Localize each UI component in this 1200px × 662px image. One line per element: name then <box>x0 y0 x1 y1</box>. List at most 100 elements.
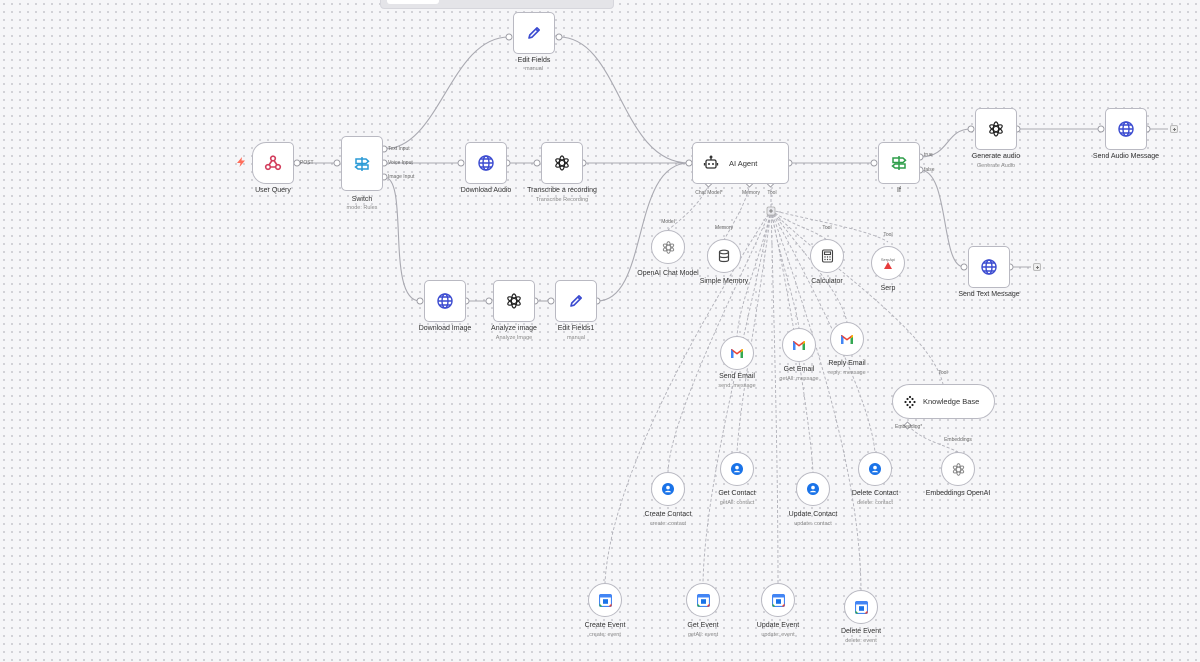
node-transcribe-label: Transcribe a recording <box>527 187 597 194</box>
edge-post-label: POST <box>300 160 314 166</box>
node-get-email-sub: getAll: message <box>779 376 819 382</box>
node-knowledge-base[interactable]: Knowledge Base <box>892 384 995 419</box>
node-openai-chat-model[interactable] <box>651 230 685 264</box>
node-edit-fields-label: Edit Fields <box>517 57 551 64</box>
embeddings-openai-port: Embeddings <box>944 437 972 443</box>
node-update-contact-sub: update: contact <box>794 521 832 527</box>
node-send-email-label: Send Email <box>719 373 755 380</box>
openai-icon <box>661 240 676 255</box>
node-update-event-sub: update: event <box>761 632 795 638</box>
node-generate-audio-sub: Generate Audio <box>976 163 1016 169</box>
node-generate-audio-label: Generate audio <box>971 153 1021 160</box>
contacts-icon <box>869 463 881 475</box>
calculator-port: Tool <box>822 225 832 231</box>
node-embeddings-openai[interactable] <box>941 452 975 486</box>
knowledge-base-port: Tool <box>938 370 948 376</box>
node-delete-event[interactable] <box>844 590 878 624</box>
connections-layer <box>293 33 1168 591</box>
openai-icon <box>553 154 571 172</box>
switch-output-image: Image Input <box>388 174 415 180</box>
contacts-icon <box>731 463 743 475</box>
node-create-event[interactable] <box>588 583 622 617</box>
node-update-event[interactable] <box>761 583 795 617</box>
node-send-audio-label: Send Audio Message <box>1092 153 1160 160</box>
node-analyze-image-sub: Analyze Image <box>495 335 533 341</box>
trigger-bolt-icon <box>237 157 245 167</box>
ai-agent-port-chat-model: Chat Model* <box>695 190 723 196</box>
node-delete-event-label: Delete Event <box>840 628 882 635</box>
node-create-event-label: Create Event <box>584 622 626 629</box>
pinecone-icon <box>903 395 917 409</box>
node-edit-fields1-label: Edit Fields1 <box>557 325 595 332</box>
node-edit-fields[interactable] <box>513 12 555 54</box>
node-calculator[interactable] <box>810 239 844 273</box>
contacts-icon <box>807 483 819 495</box>
openai-icon <box>951 462 966 477</box>
node-simple-memory-label: Simple Memory <box>699 278 749 285</box>
node-delete-contact-sub: delete: contact <box>857 500 893 506</box>
node-download-audio[interactable] <box>465 142 507 184</box>
node-delete-contact[interactable] <box>858 452 892 486</box>
node-ai-agent[interactable]: AI Agent <box>692 142 789 184</box>
calculator-icon <box>821 249 834 263</box>
signpost-icon <box>353 155 371 173</box>
warning-icon <box>884 262 892 269</box>
node-download-audio-label: Download Audio <box>460 187 512 194</box>
simple-memory-port: Memory <box>714 225 734 231</box>
node-analyze-image-label: Analyze image <box>491 325 537 332</box>
node-if-label: If <box>897 187 901 194</box>
node-get-contact[interactable] <box>720 452 754 486</box>
node-create-event-sub: create: event <box>589 632 621 638</box>
node-download-image[interactable] <box>424 280 466 322</box>
node-switch-sub: mode: Rules <box>346 205 378 211</box>
webhook-icon <box>264 154 282 172</box>
ai-agent-port-memory: Memory <box>741 190 761 196</box>
node-get-event[interactable] <box>686 583 720 617</box>
node-generate-audio[interactable] <box>975 108 1017 150</box>
calendar-icon <box>771 593 785 607</box>
add-node-plus-button[interactable] <box>1170 125 1178 133</box>
switch-output-text: Text Input <box>388 146 410 152</box>
node-edit-fields1[interactable] <box>555 280 597 322</box>
pencil-icon <box>526 25 542 41</box>
calendar-icon <box>696 593 710 607</box>
node-update-contact-label: Update Contact <box>788 511 838 518</box>
node-create-contact[interactable] <box>651 472 685 506</box>
if-output-true: true <box>924 152 933 158</box>
globe-icon <box>980 258 998 276</box>
node-send-email-sub: send: message <box>718 383 756 389</box>
node-send-email[interactable] <box>720 336 754 370</box>
globe-icon <box>436 292 454 310</box>
node-send-text[interactable] <box>968 246 1010 288</box>
node-update-event-label: Update Event <box>756 622 800 629</box>
add-node-plus-button[interactable] <box>1033 263 1041 271</box>
node-get-email[interactable] <box>782 328 816 362</box>
node-get-email-label: Get Email <box>783 366 815 373</box>
robot-icon <box>703 155 719 171</box>
openai-icon <box>987 120 1005 138</box>
node-knowledge-base-label: Knowledge Base <box>923 397 980 406</box>
node-user-query[interactable] <box>252 142 294 184</box>
node-update-contact[interactable] <box>796 472 830 506</box>
node-edit-fields-sub: manual <box>524 66 544 72</box>
globe-icon <box>1117 120 1135 138</box>
node-calculator-label: Calculator <box>811 278 843 285</box>
node-reply-email[interactable] <box>830 322 864 356</box>
calendar-icon <box>854 600 868 614</box>
node-delete-event-sub: delete: event <box>845 638 877 644</box>
node-if[interactable] <box>878 142 920 184</box>
node-serp[interactable]: SerpApi <box>871 246 905 280</box>
switch-output-voice: Voice Input <box>388 160 413 166</box>
node-reply-email-sub: reply: message <box>828 370 866 376</box>
node-send-text-label: Send Text Message <box>958 291 1020 298</box>
ai-agent-port-tool: Tool <box>767 190 777 196</box>
node-switch-label: Switch <box>351 196 373 203</box>
node-switch[interactable] <box>341 136 383 191</box>
node-simple-memory[interactable] <box>707 239 741 273</box>
gmail-icon <box>730 348 744 359</box>
node-analyze-image[interactable] <box>493 280 535 322</box>
node-serp-label: Serp <box>880 285 896 292</box>
node-transcribe[interactable] <box>541 142 583 184</box>
node-send-audio[interactable] <box>1105 108 1147 150</box>
database-icon <box>717 249 731 263</box>
